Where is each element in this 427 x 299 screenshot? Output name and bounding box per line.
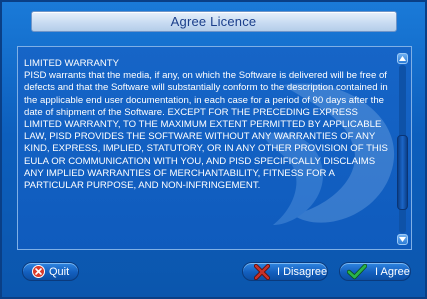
vertical-scrollbar[interactable] <box>397 53 408 245</box>
quit-button[interactable]: Quit <box>22 262 79 281</box>
license-text: LIMITED WARRANTY PISD warrants that the … <box>24 58 392 192</box>
agree-button[interactable]: I Agree <box>339 262 411 281</box>
quit-icon <box>32 265 45 278</box>
disagree-label: I Disagree <box>277 265 328 278</box>
x-icon <box>254 263 270 280</box>
license-body: PISD warrants that the media, if any, on… <box>24 70 388 192</box>
agree-label: I Agree <box>375 265 410 278</box>
scroll-up-button[interactable] <box>397 53 408 64</box>
licence-dialog: Agree Licence LIMITED WARRANTY PISD warr… <box>0 0 427 299</box>
title-bar: Agree Licence <box>2 2 425 36</box>
quit-label: Quit <box>49 265 70 278</box>
license-heading: LIMITED WARRANTY <box>24 58 120 69</box>
arrow-up-icon <box>399 56 406 61</box>
scroll-down-button[interactable] <box>397 234 408 245</box>
license-text-panel[interactable]: LIMITED WARRANTY PISD warrants that the … <box>17 46 412 250</box>
check-icon <box>347 263 367 280</box>
window-title: Agree Licence <box>170 13 257 29</box>
disagree-button[interactable]: I Disagree <box>242 262 328 281</box>
arrow-down-icon <box>399 237 406 242</box>
title-pill: Agree Licence <box>30 10 397 32</box>
scroll-thumb[interactable] <box>397 135 408 210</box>
